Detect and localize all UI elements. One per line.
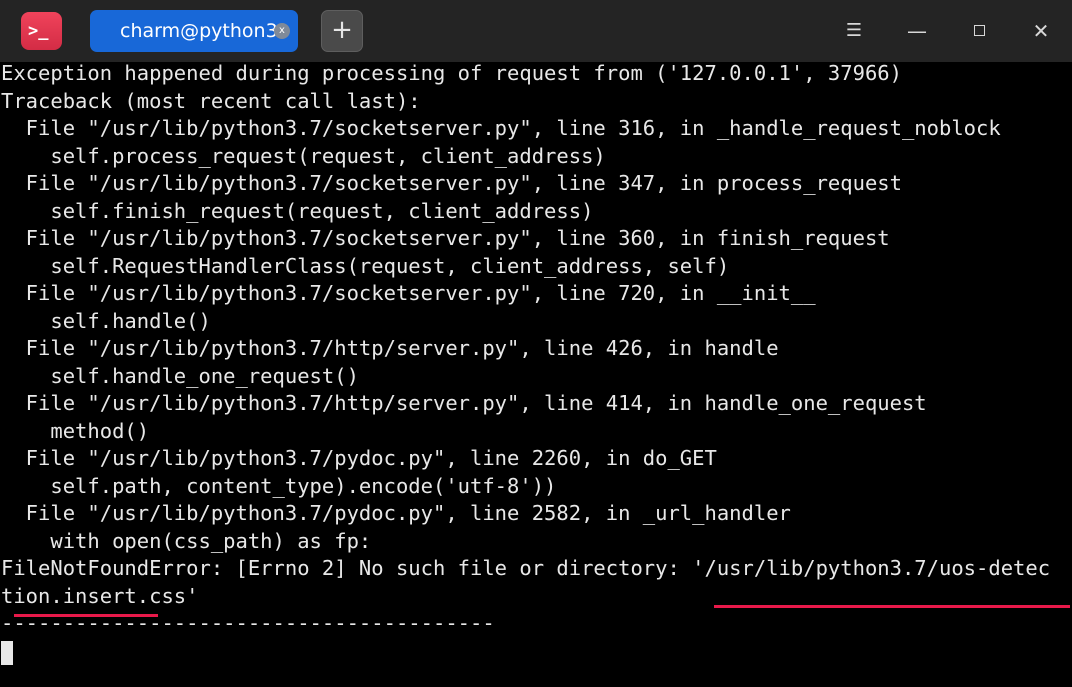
close-icon[interactable]: ✕ bbox=[1027, 17, 1055, 45]
terminal-output[interactable]: Exception happened during processing of … bbox=[0, 60, 1072, 687]
terminal-line: with open(css_path) as fp: bbox=[1, 528, 372, 553]
terminal-line: File "/usr/lib/python3.7/pydoc.py", line… bbox=[1, 501, 791, 525]
terminal-line: self.RequestHandlerClass(request, client… bbox=[1, 253, 730, 278]
minimize-icon[interactable]: — bbox=[903, 17, 931, 45]
terminal-line: File "/usr/lib/python3.7/http/server.py"… bbox=[1, 391, 927, 415]
terminal-line: File "/usr/lib/python3.7/pydoc.py", line… bbox=[1, 446, 717, 470]
text-cursor bbox=[1, 641, 13, 665]
terminal-line: File "/usr/lib/python3.7/socketserver.py… bbox=[1, 281, 816, 305]
error-message-line: FileNotFoundError: [Errno 2] No such fil… bbox=[1, 556, 1051, 580]
terminal-line: File "/usr/lib/python3.7/socketserver.py… bbox=[1, 116, 1001, 140]
tab-close-icon[interactable]: x bbox=[274, 23, 290, 39]
terminal-line: self.handle_one_request() bbox=[1, 363, 359, 388]
highlight-underline-filename bbox=[14, 614, 158, 617]
maximize-icon[interactable] bbox=[966, 17, 994, 45]
terminal-line: Traceback (most recent call last): bbox=[1, 88, 421, 113]
terminal-line: File "/usr/lib/python3.7/http/server.py"… bbox=[1, 336, 779, 360]
tab-title: charm@python3 bbox=[120, 20, 278, 42]
terminal-app-icon[interactable]: >_ bbox=[21, 12, 62, 50]
terminal-line: File "/usr/lib/python3.7/socketserver.py… bbox=[1, 226, 890, 250]
terminal-line: self.handle() bbox=[1, 308, 211, 333]
new-tab-button[interactable]: + bbox=[321, 10, 363, 52]
highlight-underline-error-path bbox=[714, 605, 1070, 608]
terminal-line: self.path, content_type).encode('utf-8')… bbox=[1, 473, 557, 498]
menu-icon[interactable]: ☰ bbox=[840, 17, 868, 45]
tab-charm-python3[interactable]: charm@python3 x bbox=[90, 10, 298, 52]
maximize-box bbox=[974, 25, 985, 36]
terminal-line: Exception happened during processing of … bbox=[1, 61, 902, 85]
terminal-line: method() bbox=[1, 418, 150, 443]
error-message-continuation: tion.insert.css' bbox=[1, 583, 199, 608]
terminal-line: self.finish_request(request, client_addr… bbox=[1, 198, 594, 223]
terminal-window: >_ charm@python3 x + ☰ — ✕ Exception hap… bbox=[0, 0, 1072, 687]
title-bar: >_ charm@python3 x + ☰ — ✕ bbox=[0, 0, 1072, 62]
terminal-line: File "/usr/lib/python3.7/socketserver.py… bbox=[1, 171, 902, 195]
terminal-line: self.process_request(request, client_add… bbox=[1, 143, 606, 168]
